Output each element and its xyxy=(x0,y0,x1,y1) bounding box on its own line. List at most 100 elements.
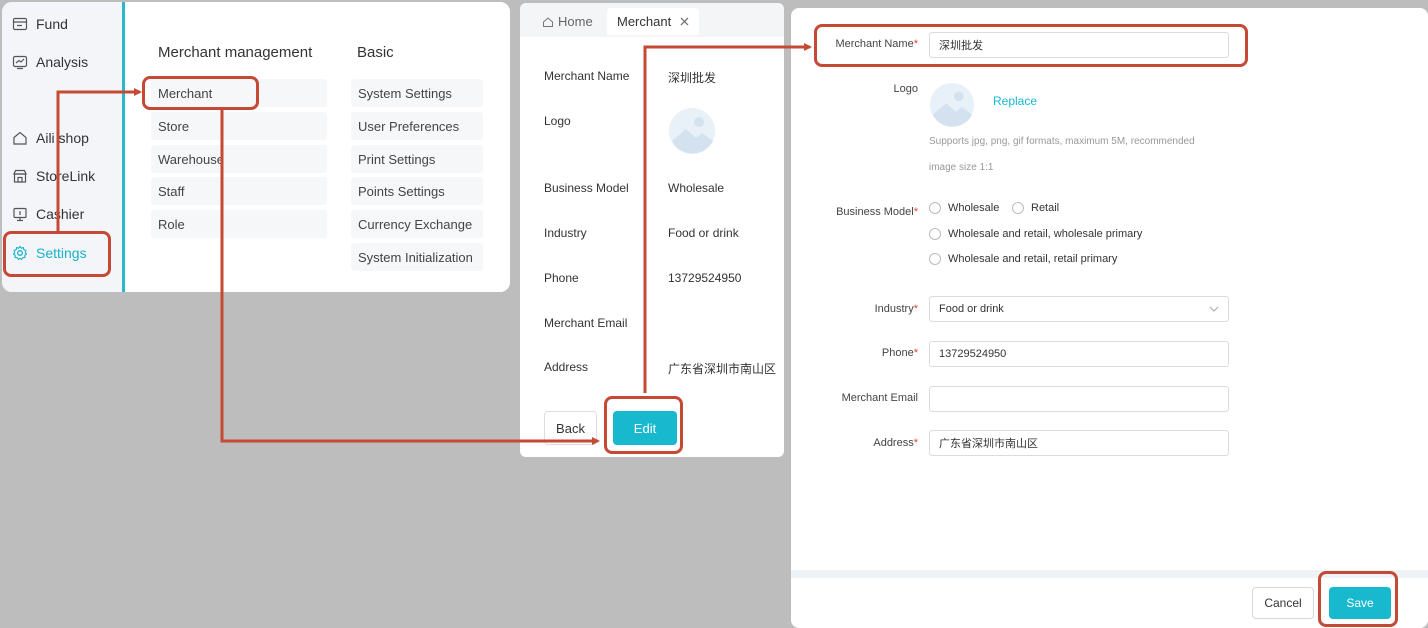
detail-label-logo: Logo xyxy=(544,114,571,128)
sidebar-item-label: Aili shop xyxy=(36,130,89,146)
radio-retail-label: Retail xyxy=(1031,202,1060,214)
wallet-icon xyxy=(12,16,28,32)
chart-icon xyxy=(12,54,28,70)
tab-home[interactable]: Home xyxy=(542,8,593,35)
merchant-name-label-text: Merchant Name xyxy=(835,38,914,50)
radio-retail[interactable]: Retail xyxy=(1012,202,1059,214)
address-input[interactable]: 广东省深圳市南山区 xyxy=(929,430,1229,456)
merchant-name-label: Merchant Name* xyxy=(791,38,918,50)
home-icon xyxy=(12,130,28,146)
sidebar-item-label: StoreLink xyxy=(36,168,96,184)
cashier-icon xyxy=(12,206,28,222)
phone-label-text: Phone xyxy=(881,347,914,359)
edit-button[interactable]: Edit xyxy=(613,411,677,445)
sidebar-item-aili-shop[interactable]: Aili shop xyxy=(12,125,117,151)
radio-retail-primary-label: Wholesale and retail, retail primary xyxy=(948,253,1118,265)
store-icon xyxy=(12,168,28,184)
menu-item-currency-exchange[interactable]: Currency Exchange xyxy=(351,210,483,238)
address-label-text: Address xyxy=(873,437,914,449)
detail-label-phone: Phone xyxy=(544,271,579,285)
menu-item-merchant[interactable]: Merchant xyxy=(151,79,327,107)
radio-wholesale-label: Wholesale xyxy=(948,202,1000,214)
menu-item-role[interactable]: Role xyxy=(151,210,327,238)
phone-input[interactable]: 13729524950 xyxy=(929,341,1229,367)
detail-label-business-model: Business Model xyxy=(544,181,629,195)
radio-wholesale[interactable]: Wholesale xyxy=(929,202,999,214)
detail-value-address: 广东省深圳市南山区 xyxy=(668,362,777,376)
industry-label-text: Industry xyxy=(874,303,914,315)
logo-hint-line2: image size 1:1 xyxy=(929,162,994,173)
sidebar-item-analysis[interactable]: Analysis xyxy=(12,49,117,75)
radio-wholesale-retail-retail-primary[interactable]: Wholesale and retail, retail primary xyxy=(929,253,1117,265)
sidebar-item-label: Cashier xyxy=(36,206,85,222)
required-mark: * xyxy=(913,437,918,449)
sidebar-item-settings[interactable]: Settings xyxy=(12,240,117,266)
logo-placeholder-image xyxy=(668,107,716,155)
sidebar-item-storelink[interactable]: StoreLink xyxy=(12,163,117,189)
detail-value-merchant-name: 深圳批发 xyxy=(668,71,717,85)
replace-logo-link[interactable]: Replace xyxy=(993,94,1037,108)
sidebar-item-label: Settings xyxy=(36,245,87,261)
required-mark: * xyxy=(913,206,918,218)
merchant-email-input[interactable] xyxy=(929,386,1229,412)
tab-bar: Home Merchant xyxy=(520,3,784,37)
sidebar-item-fund[interactable]: Fund xyxy=(12,11,117,37)
radio-circle xyxy=(929,228,941,240)
menu-item-warehouse[interactable]: Warehouse xyxy=(151,145,327,173)
radio-circle xyxy=(929,253,941,265)
footer-divider xyxy=(791,570,1428,578)
chevron-down-icon xyxy=(1209,305,1219,313)
merchant-name-input[interactable]: 深圳批发 xyxy=(929,32,1229,58)
menu-item-system-initialization[interactable]: System Initialization xyxy=(351,243,483,271)
menu-item-store[interactable]: Store xyxy=(151,112,327,140)
tab-merchant[interactable]: Merchant xyxy=(607,8,700,35)
radio-circle xyxy=(929,202,941,214)
detail-value-phone: 13729524950 xyxy=(668,271,742,285)
industry-label: Industry* xyxy=(791,303,918,315)
save-button[interactable]: Save xyxy=(1329,587,1391,619)
required-mark: * xyxy=(913,38,918,50)
logo-hint-line1: Supports jpg, png, gif formats, maximum … xyxy=(929,136,1195,147)
merchant-management-heading: Merchant management xyxy=(158,44,313,61)
industry-select[interactable]: Food or drink xyxy=(929,296,1229,322)
close-icon[interactable] xyxy=(680,17,689,26)
sidebar-item-label: Analysis xyxy=(36,54,89,70)
radio-circle xyxy=(1012,202,1024,214)
gear-icon xyxy=(12,245,28,261)
tab-merchant-label: Merchant xyxy=(617,14,672,29)
required-mark: * xyxy=(913,303,918,315)
basic-heading: Basic xyxy=(357,44,394,61)
address-label: Address* xyxy=(791,437,918,449)
radio-wholesale-primary-label: Wholesale and retail, wholesale primary xyxy=(948,228,1143,240)
menu-item-print-settings[interactable]: Print Settings xyxy=(351,145,483,173)
detail-value-business-model: Wholesale xyxy=(668,181,725,195)
home-icon xyxy=(542,16,554,28)
detail-value-industry: Food or drink xyxy=(668,226,739,240)
detail-label-address: Address xyxy=(544,360,589,374)
radio-wholesale-retail-wholesale-primary[interactable]: Wholesale and retail, wholesale primary xyxy=(929,228,1142,240)
sidebar-item-label: Fund xyxy=(36,16,68,32)
tab-home-label: Home xyxy=(558,14,593,29)
back-button[interactable]: Back xyxy=(544,411,597,445)
detail-label-industry: Industry xyxy=(544,226,587,240)
business-model-label-text: Business Model xyxy=(836,206,914,218)
edit-merchant-form: Merchant Name* 深圳批发 Logo Replace Support… xyxy=(791,8,1428,628)
logo-upload-image[interactable] xyxy=(929,82,975,128)
settings-window: Fund Analysis Aili shop StoreLink Cashie… xyxy=(2,2,510,292)
phone-label: Phone* xyxy=(791,347,918,359)
menu-item-points-settings[interactable]: Points Settings xyxy=(351,177,483,205)
industry-select-value: Food or drink xyxy=(939,303,1004,315)
menu-item-staff[interactable]: Staff xyxy=(151,177,327,205)
detail-label-merchant-email: Merchant Email xyxy=(544,316,628,330)
required-mark: * xyxy=(913,347,918,359)
merchant-detail-window: Home Merchant Merchant Name 深圳批发 Logo Bu… xyxy=(520,3,784,457)
sidebar-item-cashier[interactable]: Cashier xyxy=(12,201,117,227)
menu-item-user-preferences[interactable]: User Preferences xyxy=(351,112,483,140)
menu-item-system-settings[interactable]: System Settings xyxy=(351,79,483,107)
detail-label-merchant-name: Merchant Name xyxy=(544,69,630,83)
logo-label: Logo xyxy=(893,83,918,95)
cancel-button[interactable]: Cancel xyxy=(1252,587,1314,619)
merchant-email-label: Merchant Email xyxy=(841,392,918,404)
settings-menu: Merchant management Basic Merchant Store… xyxy=(122,2,510,292)
business-model-label: Business Model* xyxy=(791,206,918,218)
